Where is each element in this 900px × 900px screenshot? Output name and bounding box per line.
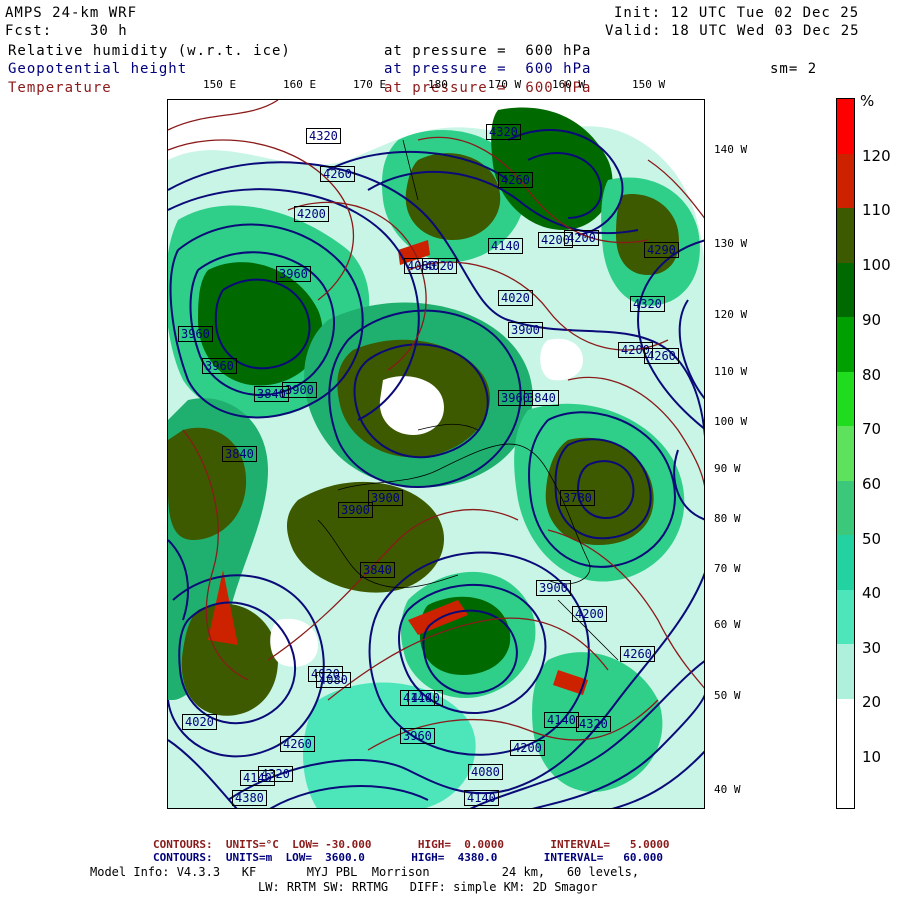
forecast-hour-value: 30 h bbox=[90, 23, 128, 39]
lat-label: 80 W bbox=[714, 512, 741, 525]
contour-value-label: 4200 bbox=[572, 606, 607, 622]
contour-value-label: 4080 bbox=[468, 764, 503, 780]
contour-value-label: 4260 bbox=[320, 166, 355, 182]
colorbar-tick-label: 80 bbox=[862, 366, 882, 384]
lon-label: 160 W bbox=[552, 78, 586, 91]
contour-value-label: 4320 bbox=[576, 716, 611, 732]
lat-label: 130 W bbox=[714, 237, 748, 250]
field2-level: at pressure = 600 hPa bbox=[384, 61, 592, 77]
contour-value-label: 4140 bbox=[464, 790, 499, 806]
physics-info: LW: RRTM SW: RRTMG DIFF: simple KM: 2D S… bbox=[258, 880, 598, 894]
colorbar bbox=[836, 98, 855, 809]
colorbar-segment bbox=[837, 753, 854, 808]
contour-value-label: 4320 bbox=[630, 296, 665, 312]
contour-value-label: 4200 bbox=[294, 206, 329, 222]
contour-value-label: 4080 bbox=[404, 258, 439, 274]
colorbar-segment bbox=[837, 99, 854, 154]
colorbar-tick-label: 110 bbox=[862, 201, 891, 219]
lat-label: 90 W bbox=[714, 462, 741, 475]
colorbar-segment bbox=[837, 208, 854, 263]
contour-value-label: 3900 bbox=[338, 502, 373, 518]
lon-label: 150 W bbox=[632, 78, 666, 91]
colorbar-tick-label: 100 bbox=[862, 256, 891, 274]
contour-value-label: 4260 bbox=[280, 736, 315, 752]
height-contour-info: CONTOURS: UNITS=m LOW= 3600.0 HIGH= 4380… bbox=[153, 851, 663, 864]
colorbar-segment bbox=[837, 535, 854, 590]
lat-label: 40 W bbox=[714, 783, 741, 796]
colorbar-tick-label: 60 bbox=[862, 475, 882, 493]
lat-label: 50 W bbox=[714, 689, 741, 702]
field3-name: Temperature bbox=[8, 80, 112, 96]
colorbar-segment bbox=[837, 644, 854, 699]
colorbar-tick-label: 120 bbox=[862, 147, 891, 165]
lon-label: 170 W bbox=[488, 78, 522, 91]
contour-value-label: 4380 bbox=[232, 790, 267, 806]
lon-label: 180 bbox=[428, 78, 448, 91]
contour-value-label: 3960 bbox=[178, 326, 213, 342]
contour-value-label: 4140 bbox=[544, 712, 579, 728]
colorbar-segment bbox=[837, 153, 854, 208]
contour-value-label: 4260 bbox=[644, 348, 679, 364]
field1-name: Relative humidity (w.r.t. ice) bbox=[8, 43, 291, 59]
colorbar-tick-label: 90 bbox=[862, 311, 882, 329]
colorbar-tick-label: 10 bbox=[862, 748, 882, 766]
init-time: Init: 12 UTC Tue 02 Dec 25 bbox=[614, 5, 860, 21]
field2-name: Geopotential height bbox=[8, 61, 188, 77]
contour-value-label: 3900 bbox=[508, 322, 543, 338]
contour-value-label: 3840 bbox=[360, 562, 395, 578]
lat-label: 110 W bbox=[714, 365, 748, 378]
contour-value-label: 3960 bbox=[202, 358, 237, 374]
forecast-map: 4320 4320 4260 4260 4200 4200 4200 4290 4320 4140… bbox=[167, 99, 705, 809]
model-info: Model Info: V4.3.3 KF MYJ PBL Morrison 2… bbox=[90, 865, 640, 879]
contour-value-label: 4260 bbox=[620, 646, 655, 662]
lat-label: 70 W bbox=[714, 562, 741, 575]
colorbar-unit: % bbox=[860, 92, 875, 110]
colorbar-segment bbox=[837, 589, 854, 644]
colorbar-segment bbox=[837, 698, 854, 753]
lat-label: 60 W bbox=[714, 618, 741, 631]
contour-value-label: 4020 bbox=[498, 290, 533, 306]
contour-value-label: 4320 bbox=[486, 124, 521, 140]
smoothing-label: sm= 2 bbox=[770, 61, 818, 77]
colorbar-segment bbox=[837, 317, 854, 372]
contour-value-label: 4140 bbox=[488, 238, 523, 254]
contour-value-label: 3780 bbox=[560, 490, 595, 506]
contour-value-label: 3960 bbox=[276, 266, 311, 282]
temp-contour-info: CONTOURS: UNITS=°C LOW= -30.000 HIGH= 0.… bbox=[153, 838, 670, 851]
valid-time: Valid: 18 UTC Wed 03 Dec 25 bbox=[605, 23, 860, 39]
contour-value-label: 4320 bbox=[306, 128, 341, 144]
contour-value-label: 4140 bbox=[400, 690, 435, 706]
colorbar-tick-label: 40 bbox=[862, 584, 882, 602]
lat-label: 120 W bbox=[714, 308, 748, 321]
colorbar-tick-label: 70 bbox=[862, 420, 882, 438]
lon-label: 160 E bbox=[283, 78, 317, 91]
contour-value-label: 4290 bbox=[644, 242, 679, 258]
colorbar-tick-label: 20 bbox=[862, 693, 882, 711]
colorbar-tick-label: 50 bbox=[862, 530, 882, 548]
forecast-hour-label: Fcst: bbox=[5, 23, 53, 39]
colorbar-tick-label: 30 bbox=[862, 639, 882, 657]
contour-value-label: 3900 bbox=[536, 580, 571, 596]
colorbar-segment bbox=[837, 480, 854, 535]
lon-label: 170 E bbox=[353, 78, 387, 91]
contour-value-label: 4200 bbox=[564, 230, 599, 246]
model-title: AMPS 24-km WRF bbox=[5, 5, 138, 21]
lat-label: 100 W bbox=[714, 415, 748, 428]
contour-value-label: 4260 bbox=[498, 172, 533, 188]
contour-value-label: 3960 bbox=[400, 728, 435, 744]
contour-value-label: 3900 bbox=[368, 490, 403, 506]
colorbar-segment bbox=[837, 426, 854, 481]
colorbar-segment bbox=[837, 371, 854, 426]
lat-label: 140 W bbox=[714, 143, 748, 156]
colorbar-segment bbox=[837, 262, 854, 317]
field1-level: at pressure = 600 hPa bbox=[384, 43, 592, 59]
contour-value-label: 3840 bbox=[222, 446, 257, 462]
contour-value-label: 3960 bbox=[498, 390, 533, 406]
contour-value-label: 3840 bbox=[254, 386, 289, 402]
contour-value-label: 4080 bbox=[316, 672, 351, 688]
contour-value-label: 4200 bbox=[510, 740, 545, 756]
contour-value-label: 4020 bbox=[182, 714, 217, 730]
lon-label: 150 E bbox=[203, 78, 237, 91]
contour-value-label: 4140 bbox=[240, 770, 275, 786]
